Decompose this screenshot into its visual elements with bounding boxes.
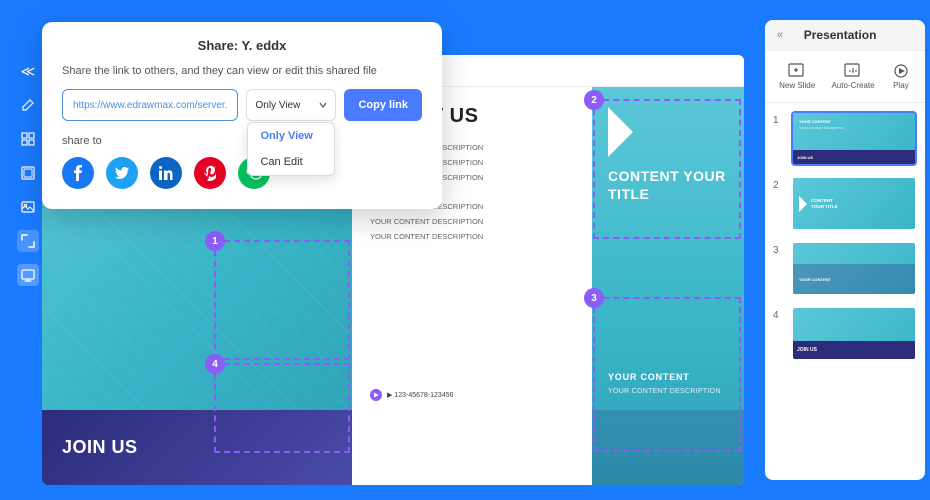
view-mode-label: Only View: [255, 100, 315, 111]
right-panel-bottom: YOUR CONTENT YOUR CONTENT DESCRIPTION: [592, 372, 744, 395]
phone-number: ▶ 123-45678-123456: [370, 389, 454, 401]
chevron-down-icon: [319, 101, 327, 109]
dropdown-can-edit[interactable]: Can Edit: [248, 149, 334, 175]
thumb-3-inner: YOUR CONTENT: [793, 243, 915, 294]
thumb-2-inner: CONTENTYOUR TITLE: [793, 178, 915, 229]
thumb-3-text: YOUR CONTENT: [799, 277, 909, 282]
auto-create-label: Auto-Create: [831, 81, 874, 90]
present-icon[interactable]: [17, 264, 39, 286]
new-slide-btn[interactable]: New Slide: [773, 59, 821, 94]
join-us-text-left: JOIN US: [62, 437, 138, 458]
thumb-1-text-1: YOUR CONTENT: [799, 119, 909, 124]
auto-create-icon: [843, 63, 863, 79]
social-icons-row: [62, 157, 422, 189]
thumb-3-bottom: YOUR CONTENT: [793, 264, 915, 294]
slide-right-panel: CONTENT YOUR TITLE YOUR CONTENT YOUR CON…: [592, 87, 744, 485]
thumb-1-inner: YOUR CONTENT YOUR CONTENT DESCRIPTION JO…: [793, 113, 915, 164]
slide-thumb-num-2: 2: [773, 176, 785, 191]
sidebar-expand-btn[interactable]: «: [777, 29, 783, 41]
thumb-4-join: JOIN US: [797, 347, 817, 353]
slide-thumb-num-3: 3: [773, 241, 785, 256]
collapse-icon[interactable]: ≪: [17, 60, 39, 82]
pinterest-icon[interactable]: [194, 157, 226, 189]
badge-1: 1: [205, 231, 225, 251]
copy-link-button[interactable]: Copy link: [344, 89, 422, 121]
right-panel-bottom-strip: [592, 410, 744, 485]
auto-create-btn[interactable]: Auto-Create: [825, 59, 880, 94]
view-dropdown[interactable]: Only View Only View Can Edit: [246, 89, 336, 121]
thumb-1-bottom: JOIN US: [793, 150, 915, 164]
badge-4: 4: [205, 354, 225, 374]
new-slide-label: New Slide: [779, 81, 815, 90]
dialog-link-row: Only View Only View Can Edit Copy link: [62, 89, 422, 121]
dialog-description: Share the link to others, and they can v…: [62, 65, 422, 77]
thumb-2-arrow: [799, 196, 807, 212]
play-icon: [891, 63, 911, 79]
thumb-2-text: CONTENTYOUR TITLE: [811, 198, 838, 210]
slide-thumb-item-2[interactable]: 2 CONTENTYOUR TITLE: [773, 176, 917, 231]
slide-thumb-3[interactable]: YOUR CONTENT: [791, 241, 917, 296]
thumb-4-inner: JOIN US: [793, 308, 915, 359]
right-your-content: YOUR CONTENT: [608, 372, 728, 382]
sidebar-tools: New Slide Auto-Create Pl: [765, 51, 925, 103]
content-line-5: YOUR CONTENT DESCRIPTION: [370, 214, 574, 229]
layers-icon[interactable]: [17, 162, 39, 184]
play-icon-small: [370, 389, 382, 401]
slide-thumb-num-4: 4: [773, 306, 785, 321]
app-container: ≪: [0, 0, 930, 500]
right-panel-top: CONTENT YOUR TITLE: [592, 87, 744, 223]
dialog-title: Share: Y. eddx: [62, 38, 422, 53]
share-dialog: Share: Y. eddx Share the link to others,…: [42, 22, 442, 209]
thumb-1-text-2: YOUR CONTENT DESCRIPTION: [799, 126, 909, 130]
right-content-desc: YOUR CONTENT DESCRIPTION: [608, 388, 728, 395]
play-btn[interactable]: Play: [885, 59, 917, 94]
left-icon-bar: ≪: [16, 60, 40, 286]
badge-2: 2: [584, 90, 604, 110]
new-slide-icon: [787, 63, 807, 79]
slide-thumb-item-3[interactable]: 3 YOUR CONTENT: [773, 241, 917, 296]
arrow-shape: [608, 107, 633, 157]
scale-icon[interactable]: [17, 230, 39, 252]
phone-text: ▶ 123-45678-123456: [387, 391, 454, 399]
image-icon[interactable]: [17, 196, 39, 218]
slide-thumb-num-1: 1: [773, 111, 785, 126]
dropdown-menu: Only View Can Edit: [247, 122, 335, 176]
twitter-icon[interactable]: [106, 157, 138, 189]
link-input[interactable]: [62, 89, 238, 121]
grid-icon[interactable]: [17, 128, 39, 150]
dropdown-only-view[interactable]: Only View: [248, 123, 334, 149]
play-label: Play: [893, 81, 909, 90]
join-us-left: JOIN US: [42, 410, 352, 485]
share-to-label: share to: [62, 135, 422, 147]
content-line-6: YOUR CONTENT DESCRIPTION: [370, 229, 574, 244]
sidebar-title: Presentation: [804, 28, 877, 42]
thumb-4-bottom: JOIN US: [793, 341, 915, 359]
linkedin-icon[interactable]: [150, 157, 182, 189]
badge-3: 3: [584, 288, 604, 308]
facebook-icon[interactable]: [62, 157, 94, 189]
slide-thumb-4[interactable]: JOIN US: [791, 306, 917, 361]
slide-thumb-2[interactable]: CONTENTYOUR TITLE: [791, 176, 917, 231]
slides-list: 1 YOUR CONTENT YOUR CONTENT DESCRIPTION …: [765, 103, 925, 379]
slide-thumb-1[interactable]: YOUR CONTENT YOUR CONTENT DESCRIPTION JO…: [791, 111, 917, 166]
slide-thumb-item-1[interactable]: 1 YOUR CONTENT YOUR CONTENT DESCRIPTION …: [773, 111, 917, 166]
right-content-title: CONTENT YOUR TITLE: [608, 167, 728, 203]
slide-thumb-item-4[interactable]: 4 JOIN US: [773, 306, 917, 361]
pencil-icon[interactable]: [17, 94, 39, 116]
right-sidebar: « Presentation New Slide: [765, 20, 925, 480]
sidebar-header: « Presentation: [765, 20, 925, 51]
